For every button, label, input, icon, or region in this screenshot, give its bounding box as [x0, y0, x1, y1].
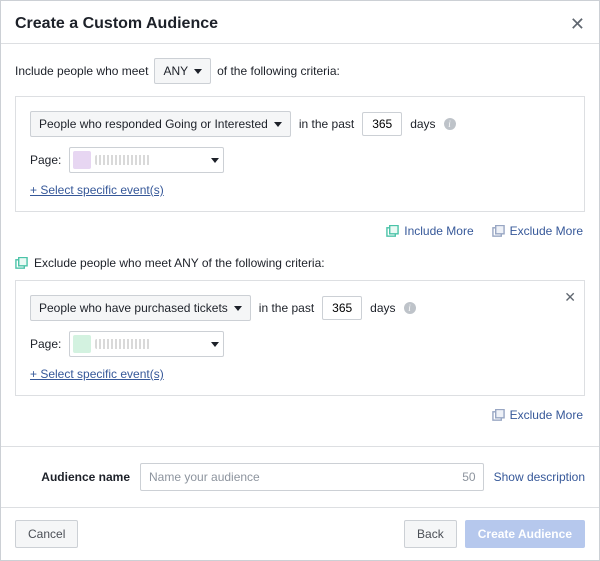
page-name-redacted — [95, 339, 150, 349]
cancel-button[interactable]: Cancel — [15, 520, 78, 548]
show-description-link[interactable]: Show description — [494, 470, 585, 484]
duplicate-icon — [15, 257, 28, 270]
include-more-link[interactable]: Include More — [386, 224, 473, 238]
caret-down-icon — [211, 342, 219, 347]
modal-header: Create a Custom Audience ✕ — [1, 1, 599, 43]
exclude-sentence: Exclude people who meet ANY of the follo… — [15, 256, 585, 270]
include-mode-value: ANY — [163, 64, 188, 78]
duplicate-icon — [492, 225, 505, 238]
back-button[interactable]: Back — [404, 520, 457, 548]
caret-down-icon — [211, 158, 219, 163]
include-engagement-dropdown[interactable]: People who responded Going or Interested — [30, 111, 291, 137]
page-label: Page: — [30, 337, 61, 351]
audience-name-section: Audience name 50 Show description — [1, 446, 599, 507]
exclude-more-link[interactable]: Exclude More — [492, 224, 583, 238]
page-label: Page: — [30, 153, 61, 167]
include-select-events-link[interactable]: + Select specific event(s) — [30, 183, 164, 197]
page-name-redacted — [95, 155, 150, 165]
include-text-pre: Include people who meet — [15, 64, 148, 78]
exclude-panel: ✕ People who have purchased tickets in t… — [15, 280, 585, 396]
exclude-actions: Exclude More — [15, 400, 585, 436]
char-remaining: 50 — [462, 470, 475, 484]
create-custom-audience-modal: Create a Custom Audience ✕ Include peopl… — [0, 0, 600, 561]
caret-down-icon — [274, 122, 282, 127]
days-label: days — [370, 301, 395, 315]
exclude-page-dropdown[interactable] — [69, 331, 224, 357]
in-past-label: in the past — [259, 301, 314, 315]
in-past-label: in the past — [299, 117, 354, 131]
include-engagement-value: People who responded Going or Interested — [39, 117, 268, 131]
caret-down-icon — [234, 306, 242, 311]
include-sentence: Include people who meet ANY of the follo… — [15, 58, 585, 84]
duplicate-icon — [492, 409, 505, 422]
include-days-input[interactable] — [362, 112, 402, 136]
include-page-dropdown[interactable] — [69, 147, 224, 173]
exclude-header-text: Exclude people who meet ANY of the follo… — [34, 256, 325, 270]
close-icon[interactable]: ✕ — [570, 15, 585, 33]
exclude-engagement-value: People who have purchased tickets — [39, 301, 228, 315]
audience-name-input[interactable] — [140, 463, 484, 491]
duplicate-icon — [386, 225, 399, 238]
exclude-more-link-2[interactable]: Exclude More — [492, 408, 583, 422]
modal-footer: Cancel Back Create Audience — [1, 507, 599, 560]
caret-down-icon — [194, 69, 202, 74]
info-icon[interactable]: i — [444, 118, 456, 130]
page-avatar — [73, 335, 91, 353]
include-mode-dropdown[interactable]: ANY — [154, 58, 211, 84]
create-audience-button[interactable]: Create Audience — [465, 520, 585, 548]
include-text-post: of the following criteria: — [217, 64, 340, 78]
exclude-days-input[interactable] — [322, 296, 362, 320]
modal-title: Create a Custom Audience — [15, 15, 218, 33]
audience-name-label: Audience name — [15, 470, 130, 484]
modal-body: Include people who meet ANY of the follo… — [1, 44, 599, 446]
include-actions: Include More Exclude More — [15, 216, 585, 252]
remove-exclude-icon[interactable]: ✕ — [564, 289, 576, 306]
include-panel: People who responded Going or Interested… — [15, 96, 585, 212]
days-label: days — [410, 117, 435, 131]
exclude-select-events-link[interactable]: + Select specific event(s) — [30, 367, 164, 381]
page-avatar — [73, 151, 91, 169]
exclude-engagement-dropdown[interactable]: People who have purchased tickets — [30, 295, 251, 321]
info-icon[interactable]: i — [404, 302, 416, 314]
